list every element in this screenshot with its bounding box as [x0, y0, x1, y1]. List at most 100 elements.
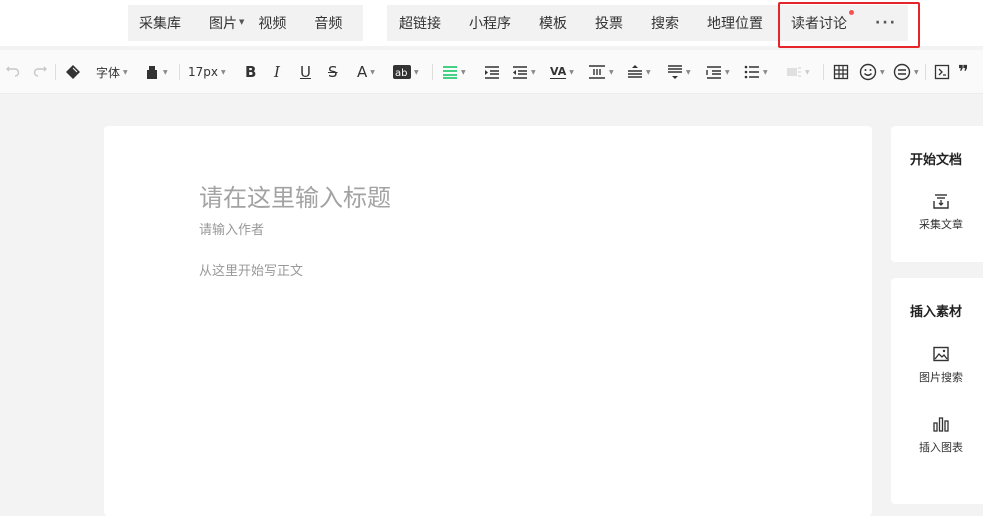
hyperlink-button[interactable]: 超链接 — [399, 13, 441, 33]
caret-down-icon: ▼ — [646, 68, 651, 76]
title-input[interactable]: 请在这里输入标题 — [199, 178, 391, 213]
collection-library-button[interactable]: 采集库 — [139, 13, 181, 33]
more-style-icon[interactable]: ▼ — [893, 62, 919, 82]
caret-down-icon: ▼ — [370, 68, 375, 76]
template-button[interactable]: 模板 — [539, 13, 567, 33]
template-label: 模板 — [539, 16, 567, 32]
more-button[interactable]: ··· — [875, 15, 897, 31]
audio-insert-button[interactable]: 音频 — [314, 13, 342, 33]
toolbar-divider — [179, 64, 180, 80]
strikethrough-icon[interactable]: S — [328, 62, 338, 82]
toolbar-divider — [432, 64, 433, 80]
align-justify-icon[interactable]: ▼ — [442, 62, 466, 82]
caret-down-icon: ▼ — [914, 68, 919, 76]
reader-discussion-label: 读者讨论 — [791, 16, 847, 32]
search-insert-label: 搜索 — [651, 16, 679, 32]
italic-icon[interactable]: I — [274, 62, 280, 82]
redo-icon[interactable] — [32, 62, 48, 82]
author-placeholder: 请输入作者 — [199, 223, 265, 238]
paragraph-spacing-after-icon[interactable]: ▼ — [667, 62, 691, 82]
quote-icon[interactable]: ❞ — [958, 62, 969, 83]
more-icon: ··· — [875, 15, 897, 31]
caret-down-icon: ▼ — [763, 68, 768, 76]
caret-down-icon: ▼ — [531, 68, 536, 76]
table-icon[interactable] — [833, 62, 849, 82]
toolbar-divider — [925, 64, 926, 80]
toolbar-divider — [55, 64, 56, 80]
video-insert-button[interactable]: 视频 — [258, 13, 286, 33]
image-search-label: 图片搜索 — [919, 371, 963, 384]
letter-spacing-icon[interactable]: VA ▼ — [550, 62, 574, 82]
body-placeholder: 从这里开始写正文 — [199, 264, 304, 279]
author-input[interactable]: 请输入作者 — [199, 219, 264, 238]
start-document-panel: 开始文档 采集文章 — [891, 126, 983, 262]
body-input[interactable]: 从这里开始写正文 — [199, 260, 303, 279]
reader-discussion-button[interactable]: 读者讨论 — [791, 10, 854, 33]
toolbar-divider — [823, 64, 824, 80]
background-color-icon[interactable]: ab ▼ — [393, 62, 419, 82]
paragraph-spacing-before-icon[interactable]: ▼ — [627, 62, 651, 82]
vote-button[interactable]: 投票 — [595, 13, 623, 33]
vote-label: 投票 — [595, 16, 623, 32]
mini-program-label: 小程序 — [469, 16, 511, 32]
caret-down-icon: ▼ — [123, 68, 128, 76]
font-color-icon[interactable]: A ▼ — [357, 62, 375, 82]
format-toolbar: 字体 ▼ ▼ 17px ▼ B I U S A▼ ab ▼ ▼ ▼ VA ▼ — [0, 50, 983, 94]
location-label: 地理位置 — [707, 16, 763, 32]
outdent-icon[interactable]: ▼ — [512, 62, 536, 82]
caret-down-icon: ▼ — [239, 18, 245, 26]
caret-down-icon: ▼ — [163, 68, 168, 76]
caret-down-icon: ▼ — [569, 68, 574, 76]
new-badge-dot — [849, 10, 854, 15]
panel-title: 插入素材 — [910, 305, 963, 320]
location-button[interactable]: 地理位置 — [707, 13, 763, 33]
font-family-dropdown[interactable]: 字体 ▼ — [96, 62, 128, 82]
caret-down-icon: ▼ — [414, 68, 419, 76]
code-icon[interactable] — [934, 62, 950, 82]
format-painter-icon[interactable] — [64, 62, 82, 82]
undo-icon[interactable] — [5, 62, 21, 82]
insert-chart-label: 插入图表 — [919, 441, 963, 454]
collect-article-button[interactable]: 采集文章 — [891, 192, 983, 232]
emoji-icon[interactable]: ▼ — [859, 62, 885, 82]
caret-down-icon: ▼ — [725, 68, 730, 76]
caret-down-icon: ▼ — [221, 68, 226, 76]
underline-icon[interactable]: U — [300, 62, 311, 82]
unordered-list-icon[interactable]: ▼ — [744, 62, 768, 82]
collect-article-label: 采集文章 — [919, 218, 963, 231]
mini-program-button[interactable]: 小程序 — [469, 13, 511, 33]
hyperlink-label: 超链接 — [399, 16, 441, 32]
caret-down-icon: ▼ — [880, 68, 885, 76]
caret-down-icon: ▼ — [805, 68, 810, 76]
content-insert-group: 超链接 小程序 模板 投票 搜索 地理位置 读者讨论 ··· — [387, 5, 908, 41]
insert-material-panel: 插入素材 图片搜索 插入图表 — [891, 278, 983, 504]
image-insert-button[interactable]: 图片 ▼ — [209, 13, 244, 33]
chart-icon — [933, 417, 949, 432]
font-family-label: 字体 — [96, 65, 121, 80]
video-insert-label: 视频 — [258, 16, 287, 32]
caret-down-icon: ▼ — [609, 68, 614, 76]
insert-chart-button[interactable]: 插入图表 — [891, 415, 983, 455]
search-insert-button[interactable]: 搜索 — [651, 13, 679, 33]
collect-article-icon — [933, 194, 949, 209]
ordered-list-icon[interactable]: ▼ — [706, 62, 730, 82]
font-size-dropdown[interactable]: 17px ▼ — [188, 62, 226, 82]
indent-icon[interactable] — [484, 62, 500, 82]
editor-canvas[interactable]: 请在这里输入标题 请输入作者 从这里开始写正文 — [104, 126, 872, 516]
svg-text:ab: ab — [395, 68, 407, 79]
title-placeholder: 请在这里输入标题 — [199, 184, 391, 212]
font-size-label: 17px — [188, 65, 218, 79]
clear-format-icon[interactable]: ▼ — [144, 62, 168, 82]
line-height-icon[interactable]: ▼ — [588, 62, 614, 82]
image-insert-label: 图片 — [209, 16, 237, 32]
media-insert-group: 采集库 图片 ▼ 视频 音频 — [128, 5, 363, 41]
collection-library-label: 采集库 — [139, 16, 181, 32]
divider-icon[interactable]: ▼ — [786, 62, 810, 82]
image-search-button[interactable]: 图片搜索 — [891, 345, 983, 385]
caret-down-icon: ▼ — [461, 68, 466, 76]
audio-insert-label: 音频 — [314, 16, 343, 32]
panel-title: 开始文档 — [910, 153, 963, 168]
bold-icon[interactable]: B — [245, 62, 256, 82]
caret-down-icon: ▼ — [686, 68, 691, 76]
image-search-icon — [933, 346, 949, 362]
